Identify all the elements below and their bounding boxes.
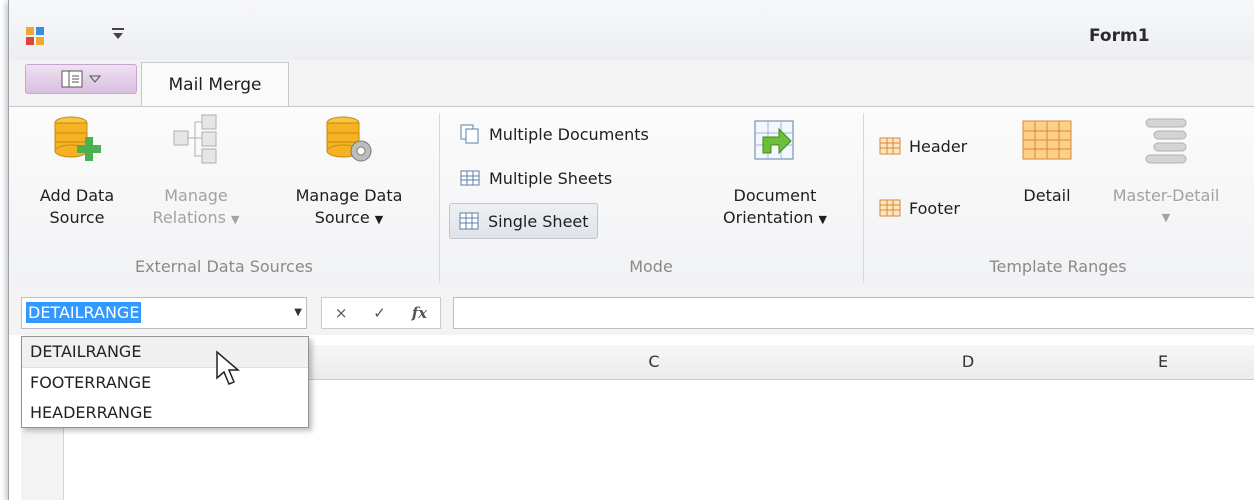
document-orientation-icon: [754, 120, 794, 160]
detail-range-button[interactable]: Detail: [1007, 113, 1087, 207]
formula-buttons: × ✓ fx: [321, 297, 441, 329]
chevron-down-icon[interactable]: ▼: [294, 307, 302, 318]
database-settings-icon: [326, 116, 372, 162]
footer-range-label: Footer: [909, 198, 960, 218]
add-data-source-label1: Add Data: [39, 186, 115, 205]
window-title: Form1: [1089, 26, 1150, 46]
tab-mail-merge[interactable]: Mail Merge: [141, 62, 289, 107]
footer-range-button[interactable]: Footer: [871, 191, 968, 225]
manage-relations-button[interactable]: Manage Relations ▼: [141, 113, 251, 231]
multiple-documents-icon: [460, 124, 479, 144]
title-bar: Form1: [9, 0, 1254, 60]
formula-bar: DETAILRANGE ▼ × ✓ fx: [9, 287, 1254, 335]
dropdown-arrow-icon: ▼: [374, 213, 384, 226]
dropdown-option-footerrange[interactable]: FOOTERRANGE: [22, 368, 308, 398]
dropdown-arrow-icon: ▼: [231, 213, 240, 226]
multiple-sheets-icon: [460, 170, 480, 186]
app-icon[interactable]: [25, 26, 45, 46]
header-range-label: Header: [909, 136, 968, 156]
dropdown-option-detailrange[interactable]: DETAILRANGE: [22, 337, 308, 368]
document-orientation-label1: Document: [733, 186, 817, 205]
header-range-button[interactable]: Header: [871, 129, 975, 163]
single-sheet-button[interactable]: Single Sheet: [449, 203, 598, 239]
name-box-value[interactable]: DETAILRANGE: [26, 302, 142, 323]
application-menu-button[interactable]: [25, 64, 137, 94]
enter-icon[interactable]: ✓: [373, 304, 386, 322]
dropdown-option-headerrange[interactable]: HEADERRANGE: [22, 398, 308, 428]
manage-relations-label1: Manage: [164, 186, 228, 205]
add-data-source-button[interactable]: Add Data Source: [27, 113, 127, 229]
add-data-source-label2: Source: [49, 208, 105, 227]
database-add-icon: [54, 116, 101, 161]
ribbon-panel: Add Data Source Manage Relations ▼ Manag…: [9, 106, 1254, 288]
header-range-icon: [879, 137, 901, 155]
master-detail-icon: [1145, 118, 1187, 164]
formula-input[interactable]: [453, 297, 1254, 329]
master-detail-button[interactable]: Master-Detail ▼: [1099, 113, 1233, 229]
manage-data-source-label1: Manage Data: [295, 186, 403, 205]
ribbon-tabstrip: Mail Merge: [9, 60, 1254, 107]
group-caption-external: External Data Sources: [134, 257, 314, 276]
quick-access-customize-icon[interactable]: [109, 26, 127, 42]
multiple-documents-label: Multiple Documents: [489, 124, 649, 144]
name-box[interactable]: DETAILRANGE ▼: [21, 297, 307, 329]
multiple-documents-button[interactable]: Multiple Documents: [451, 117, 657, 151]
manage-data-source-button[interactable]: Manage Data Source ▼: [281, 113, 417, 231]
app-menu-icon: [61, 70, 83, 88]
master-detail-label: Master-Detail: [1112, 186, 1220, 205]
document-orientation-label2: Orientation: [723, 208, 814, 227]
detail-range-label: Detail: [1023, 186, 1071, 205]
app-window: Form1 Mail Merge Add Data Source Manage …: [8, 0, 1254, 500]
name-box-dropdown: DETAILRANGE FOOTERRANGE HEADERRANGE: [21, 336, 309, 428]
column-header-e[interactable]: E: [1071, 345, 1254, 380]
cancel-icon[interactable]: ×: [335, 304, 348, 322]
multiple-sheets-button[interactable]: Multiple Sheets: [451, 161, 620, 195]
group-caption-template: Template Ranges: [989, 257, 1127, 276]
column-header-d[interactable]: D: [865, 345, 1072, 380]
chevron-down-icon: [89, 75, 101, 83]
manage-data-source-label2: Source: [314, 208, 370, 227]
manage-relations-label2: Relations: [152, 208, 226, 227]
single-sheet-icon: [459, 212, 479, 230]
dropdown-arrow-icon: ▼: [1161, 211, 1171, 224]
dropdown-arrow-icon: ▼: [818, 213, 827, 226]
insert-function-icon[interactable]: fx: [412, 304, 427, 322]
column-header-c[interactable]: C: [443, 345, 866, 380]
relations-icon: [173, 114, 217, 164]
footer-range-icon: [879, 199, 901, 217]
group-caption-mode: Mode: [629, 257, 673, 276]
mouse-pointer-icon: [216, 350, 241, 385]
document-orientation-button[interactable]: Document Orientation ▼: [705, 113, 845, 231]
detail-range-icon: [1022, 120, 1072, 160]
single-sheet-label: Single Sheet: [488, 211, 589, 231]
multiple-sheets-label: Multiple Sheets: [489, 168, 613, 188]
